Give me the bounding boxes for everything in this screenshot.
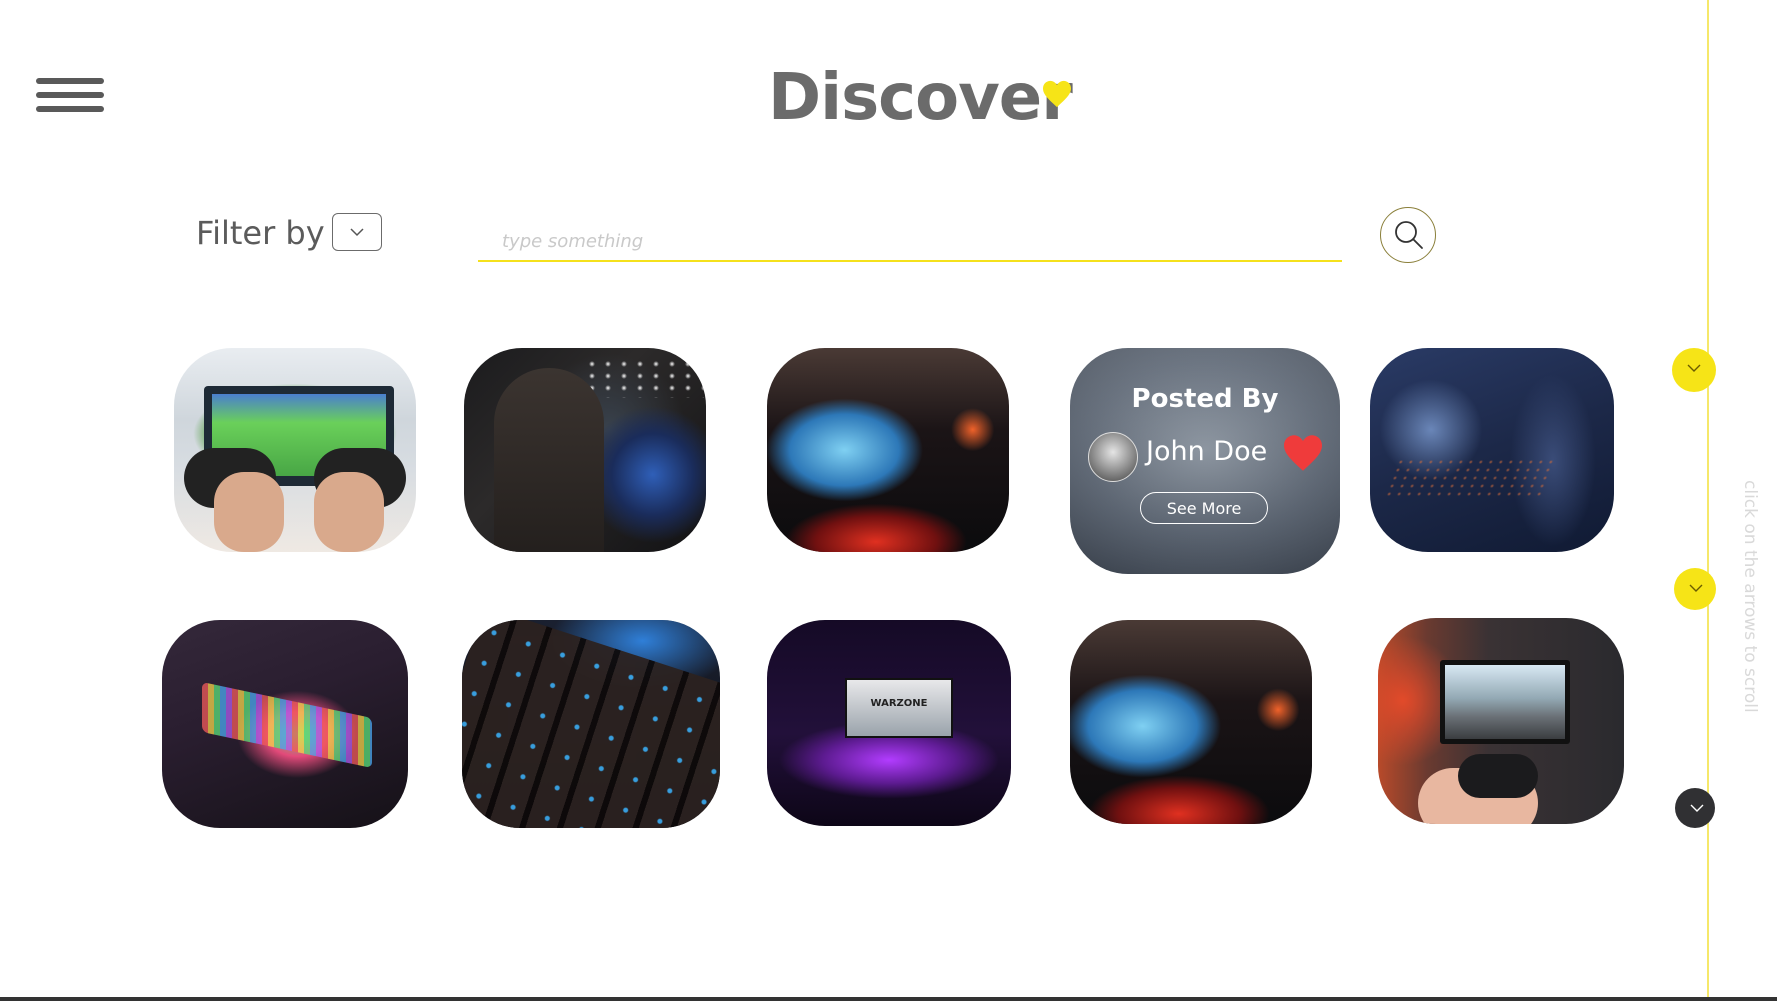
bottom-border [0,997,1777,1001]
arena-lights [584,358,704,398]
posted-by-label: Posted By [1131,384,1279,414]
gallery-card[interactable] [767,348,1009,552]
scroll-arrow-button[interactable] [1672,348,1716,392]
search-button[interactable] [1380,207,1436,263]
controller [1458,754,1538,798]
hamburger-menu-icon[interactable] [36,78,104,114]
chevron-down-icon [1690,804,1704,812]
scroll-arrow-button[interactable] [1674,568,1716,610]
gallery-card[interactable] [1370,348,1614,552]
gaming-monitor-image [1070,620,1312,824]
gaming-controllers-image [174,348,416,552]
discover-page: Discover Filter by type something Posted… [0,0,1777,1001]
keyboard-closeup-image [462,620,720,828]
chevron-down-icon [350,228,364,237]
tv-racing-game-image [1378,618,1624,824]
page-title: Discover [768,61,1073,135]
gamer-with-headset-image [464,348,706,552]
gallery-card[interactable] [462,620,720,828]
gamer-silhouette [494,368,604,552]
author-name: John Doe [1146,436,1268,467]
hand-left [214,472,284,552]
scroll-hint: click on the arrows to scroll [1740,480,1760,713]
gaming-monitor-image [767,348,1009,552]
monitor-screen: WARZONE [845,678,953,738]
see-more-button[interactable]: See More [1140,492,1268,524]
avatar [1088,432,1138,482]
keyboard-keys [462,620,720,828]
chevron-down-icon [1689,584,1703,592]
gallery-card[interactable] [174,348,416,552]
filter-label: Filter by [196,214,325,252]
scroll-rail [1707,0,1709,997]
warzone-screen-text: WARZONE [870,698,928,709]
menu-line [36,106,104,112]
hand-right [314,472,384,552]
laptop-gaming-image [1370,348,1614,552]
search-icon [1395,221,1423,249]
search-input[interactable] [478,222,1342,262]
neon-setup-image: WARZONE [767,620,1011,826]
featured-post-card[interactable]: Posted By John Doe See More [1070,348,1340,574]
scroll-arrow-button[interactable] [1675,788,1715,828]
gallery-card[interactable] [464,348,706,552]
gallery-card[interactable]: WARZONE [767,620,1011,826]
tv-screen [1440,660,1570,744]
gallery-card[interactable] [162,620,408,828]
menu-line [36,92,104,98]
keyboard-lights [1382,458,1558,498]
menu-line [36,78,104,84]
chevron-down-icon [1687,364,1701,372]
filter-dropdown[interactable] [332,213,382,251]
gallery-card[interactable] [1378,618,1624,824]
rgb-keyboard [202,681,372,769]
gallery-card[interactable] [1070,620,1312,824]
heart-icon[interactable] [1282,434,1324,472]
heart-icon [1043,80,1071,108]
rgb-keyboard-image [162,620,408,828]
